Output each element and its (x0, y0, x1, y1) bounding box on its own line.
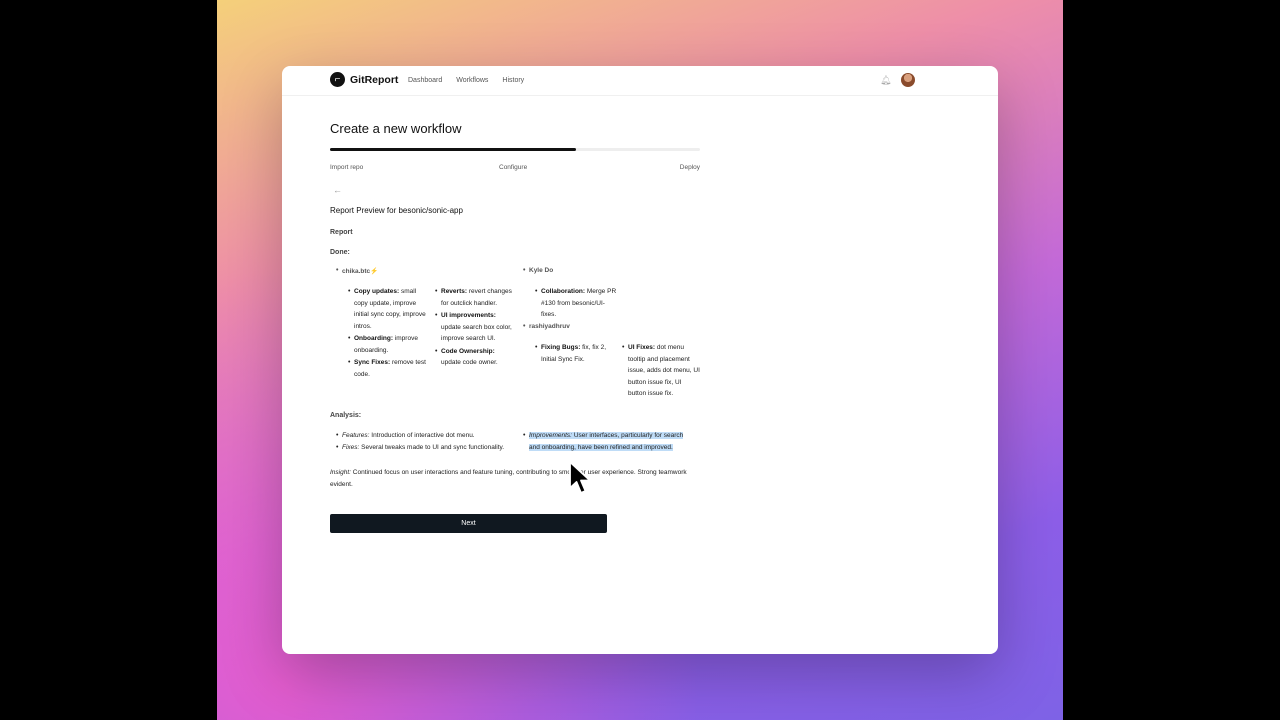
list-item: Features: Introduction of interactive do… (336, 430, 508, 442)
step-deploy: Deploy (679, 164, 700, 171)
bell-icon[interactable]: 🔔︎ (880, 75, 891, 86)
mouse-pointer-icon (569, 461, 591, 494)
next-button[interactable]: Next (330, 514, 607, 533)
list-item: Reverts: revert changes for outclick han… (435, 286, 513, 309)
gitreport-logo-icon: ⌐ (330, 72, 345, 87)
analysis-left: Features: Introduction of interactive do… (336, 430, 508, 453)
insight: Insight: Continued focus on user interac… (330, 469, 687, 488)
contributor-name: rashiyadhruv (523, 323, 570, 330)
analysis-heading: Analysis: (330, 412, 362, 419)
page-title: Create a new workflow (330, 121, 462, 136)
progress-bar (330, 148, 700, 151)
list-item: Sync Fixes: remove test code. (348, 357, 428, 380)
app-name: GitReport (350, 73, 399, 86)
report-preview-title: Report Preview for besonic/sonic-app (330, 206, 463, 215)
list-item: Onboarding: improve onboarding. (348, 333, 428, 356)
list-item: Fixing Bugs: fix, fix 2, Initial Sync Fi… (535, 342, 613, 365)
app-window: ⌐ GitReport Dashboard Workflows History … (282, 66, 998, 654)
done-heading: Done: (330, 249, 350, 256)
nav-link-history[interactable]: History (502, 77, 524, 84)
list-item: Code Ownership: update code owner. (435, 346, 513, 369)
step-labels: Import repo Configure Deploy (330, 164, 700, 174)
list-item: UI improvements: update search box color… (435, 310, 513, 345)
list-item: Collaboration: Merge PR #130 from besoni… (535, 286, 619, 321)
contributor-items: UI Fixes: dot menu tooltip and placement… (622, 342, 700, 400)
user-avatar[interactable] (901, 73, 915, 87)
selected-text[interactable]: Improvements: User interfaces, particula… (529, 432, 684, 451)
contributor-items: Reverts: revert changes for outclick han… (435, 286, 513, 369)
contributor-items: Collaboration: Merge PR #130 from besoni… (535, 286, 619, 321)
analysis-right: Improvements: User interfaces, particula… (523, 430, 695, 453)
contributor-name: Kyle Do (523, 267, 553, 274)
contributor-items: Fixing Bugs: fix, fix 2, Initial Sync Fi… (535, 342, 613, 365)
app-logo[interactable]: ⌐ GitReport (330, 72, 398, 87)
progress-fill (330, 148, 577, 151)
list-item: Improvements: User interfaces, particula… (523, 430, 695, 453)
nav-link-workflows[interactable]: Workflows (456, 77, 488, 84)
contributor-items: Copy updates: small copy update, improve… (348, 286, 428, 380)
arrow-left-icon[interactable]: ← (333, 185, 342, 195)
nav-link-dashboard[interactable]: Dashboard (408, 77, 442, 84)
contributor-name: chika.btc⚡ (336, 267, 378, 275)
top-navigation: ⌐ GitReport Dashboard Workflows History … (282, 66, 998, 96)
list-item: UI Fixes: dot menu tooltip and placement… (622, 342, 700, 400)
step-configure: Configure (499, 164, 528, 171)
list-item: Copy updates: small copy update, improve… (348, 286, 428, 332)
nav-links: Dashboard Workflows History (408, 77, 524, 84)
list-item: Fixes: Several tweaks made to UI and syn… (336, 442, 508, 454)
step-import-repo: Import repo (330, 164, 364, 171)
report-heading: Report (330, 229, 353, 236)
